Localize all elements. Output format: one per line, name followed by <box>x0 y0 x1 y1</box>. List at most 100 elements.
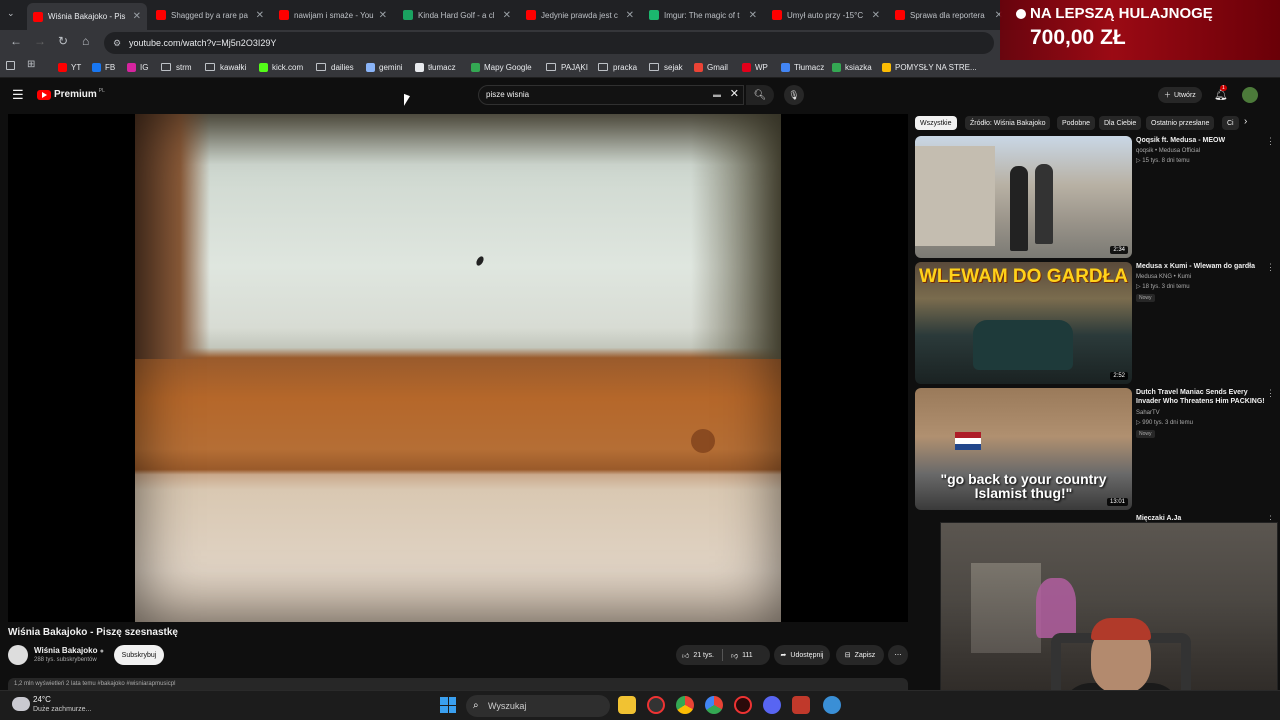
browser-tab[interactable]: Kinda Hard Golf - a cl ✕ <box>397 3 517 27</box>
bookmark-item[interactable]: IG <box>127 60 148 74</box>
recommendation-thumbnail[interactable]: 2:34 <box>915 136 1132 258</box>
save-button[interactable]: ⊟ Zapisz <box>836 645 884 665</box>
site-info-icon[interactable]: ⚙ <box>113 32 121 54</box>
bookmark-item[interactable]: Tłumacz <box>781 60 824 74</box>
video-player[interactable] <box>8 114 908 622</box>
app-icon[interactable] <box>792 696 810 714</box>
address-bar[interactable]: ⚙ youtube.com/watch?v=Mj5n2O3I29Y <box>104 32 994 54</box>
tab-close-icon[interactable]: ✕ <box>749 10 757 21</box>
browser-tab[interactable]: Jedynie prawda jest c ✕ <box>520 3 640 27</box>
menu-icon[interactable]: ☰ <box>12 87 24 103</box>
channel-name[interactable]: Wiśnia Bakajoko ● <box>34 646 104 655</box>
tab-search-icon[interactable]: ⌄ <box>7 8 15 19</box>
chevron-right-icon[interactable]: › <box>1244 116 1247 127</box>
webcam-overlay <box>940 522 1278 714</box>
tab-close-icon[interactable]: ✕ <box>133 11 141 22</box>
video-duration: 13:01 <box>1106 498 1128 506</box>
tab-close-icon[interactable]: ✕ <box>256 10 264 21</box>
chrome-alt-icon[interactable] <box>705 696 723 714</box>
cloud-icon[interactable] <box>12 697 30 711</box>
more-actions-button[interactable]: ⋯ <box>888 645 908 665</box>
bookmark-favicon-icon <box>471 62 480 72</box>
bookmark-item[interactable]: kick.com <box>259 60 303 74</box>
taskbar-search[interactable]: ⌕ Wyszukaj <box>466 695 610 717</box>
recommendation-item[interactable]: 2:34 Qoqsik ft. Medusa - MEOW qoqsik • Med… <box>915 136 1275 258</box>
opera-icon[interactable] <box>734 696 752 714</box>
tab-close-icon[interactable]: ✕ <box>379 10 387 21</box>
home-icon[interactable]: ⌂ <box>82 34 89 48</box>
bookmark-item[interactable]: sejak <box>649 60 683 74</box>
weather-description[interactable]: Duże zachmurze... <box>33 706 91 713</box>
description-box[interactable]: 1,2 mln wyświetleń 2 lata temu #bakajoko… <box>8 678 908 690</box>
avatar[interactable] <box>1242 87 1258 103</box>
browser-icon[interactable] <box>823 696 841 714</box>
browser-tab[interactable]: Shagged by a rare pa ✕ <box>150 3 270 27</box>
more-options-icon[interactable]: ⋮ <box>1266 388 1275 399</box>
bookmark-item[interactable]: dailies <box>316 60 354 74</box>
bookmark-item[interactable]: PAJĄKI <box>546 60 588 74</box>
obs-icon[interactable] <box>647 696 665 714</box>
tab-close-icon[interactable]: ✕ <box>626 10 634 21</box>
windows-start-icon[interactable] <box>440 697 456 713</box>
filter-chip[interactable]: Ci <box>1222 116 1239 130</box>
tab-title: Jedynie prawda jest c <box>541 10 618 20</box>
clear-search-icon[interactable]: ✕ <box>730 85 739 103</box>
keyboard-icon[interactable]: ▬ <box>713 86 721 104</box>
reload-icon[interactable]: ↻ <box>58 34 68 48</box>
recommendation-item[interactable]: "go back to your country Islamist thug!"… <box>915 388 1275 510</box>
bookmark-item[interactable]: YT <box>58 60 81 74</box>
bookmark-item[interactable]: pracka <box>598 60 637 74</box>
browser-tab[interactable]: Sprawa dla reportera ✕ <box>889 3 1009 27</box>
search-input[interactable]: pisze wisnia ▬ ✕ <box>478 85 744 105</box>
discord-icon[interactable] <box>763 696 781 714</box>
browser-tab[interactable]: Wiśnia Bakajoko - Pis ✕ <box>27 3 147 30</box>
search-button[interactable]: 🔍︎ <box>746 85 774 105</box>
chrome-icon[interactable] <box>676 696 694 714</box>
person-shape <box>1035 164 1053 244</box>
bookmark-item[interactable]: gemini <box>366 60 403 74</box>
bookmark-item[interactable]: Gmail <box>694 60 728 74</box>
browser-tab[interactable]: Imgur: The magic of t ✕ <box>643 3 763 27</box>
tab-close-icon[interactable]: ✕ <box>872 10 880 21</box>
browser-tab[interactable]: nawijam i smaże - You ✕ <box>273 3 393 27</box>
filter-chip[interactable]: Dla Ciebie <box>1099 116 1142 130</box>
notifications-button[interactable]: 🔔︎ 1 <box>1214 85 1228 101</box>
back-icon[interactable]: ← <box>10 34 22 48</box>
tab-favicon-icon <box>279 10 289 20</box>
tab-close-icon[interactable]: ✕ <box>503 10 511 21</box>
channel-avatar[interactable] <box>8 645 28 665</box>
like-button[interactable]: 👍︎ 21 tys. <box>682 651 714 660</box>
create-button[interactable]: ＋ Utwórz <box>1158 87 1202 103</box>
voice-search-button[interactable]: 🎙︎ <box>784 85 804 105</box>
more-options-icon[interactable]: ⋮ <box>1266 136 1275 147</box>
file-explorer-icon[interactable] <box>618 696 636 714</box>
recommendation-thumbnail[interactable]: WLEWAM DO GARDŁA 2:52 <box>915 262 1132 384</box>
forward-icon[interactable]: → <box>34 34 46 48</box>
bookmark-item[interactable]: POMYSŁY NA STRE... <box>882 60 977 74</box>
flag-patch <box>955 432 981 450</box>
apps-icon[interactable] <box>6 61 15 70</box>
bookmark-favicon-icon <box>259 62 268 72</box>
bookmark-item[interactable]: tłumacz <box>415 60 456 74</box>
filter-chip[interactable]: Wszystkie <box>915 116 957 130</box>
more-options-icon[interactable]: ⋮ <box>1266 262 1275 273</box>
filter-chip[interactable]: Źródło: Wiśnia Bakajoko <box>965 116 1051 130</box>
weather-temperature[interactable]: 24°C <box>33 695 51 704</box>
bookmark-label: PAJĄKI <box>561 62 588 72</box>
recommendation-thumbnail[interactable]: "go back to your country Islamist thug!"… <box>915 388 1132 510</box>
tab-groups-icon[interactable]: ⊞ <box>27 59 35 70</box>
dislike-button[interactable]: 👎︎ 111 <box>731 651 753 660</box>
subscribe-button[interactable]: Subskrybuj <box>114 645 164 665</box>
bookmark-item[interactable]: WP <box>742 60 768 74</box>
bookmark-item[interactable]: ksiazka <box>832 60 872 74</box>
recommendation-item[interactable]: WLEWAM DO GARDŁA 2:52 Medusa x Kumi - Wlew… <box>915 262 1275 384</box>
filter-chip[interactable]: Podobne <box>1057 116 1096 130</box>
browser-tab[interactable]: Umył auto przy -15°C ✕ <box>766 3 886 27</box>
filter-chip[interactable]: Ostatnio przesłane <box>1146 116 1215 130</box>
bookmark-item[interactable]: Mapy Google <box>471 60 532 74</box>
bookmark-item[interactable]: FB <box>92 60 115 74</box>
share-button[interactable]: ➦ Udostępnij <box>774 645 830 665</box>
bookmark-item[interactable]: strm <box>161 60 192 74</box>
bookmark-item[interactable]: kawałki <box>205 60 246 74</box>
youtube-logo[interactable]: Premium PL <box>37 88 105 100</box>
